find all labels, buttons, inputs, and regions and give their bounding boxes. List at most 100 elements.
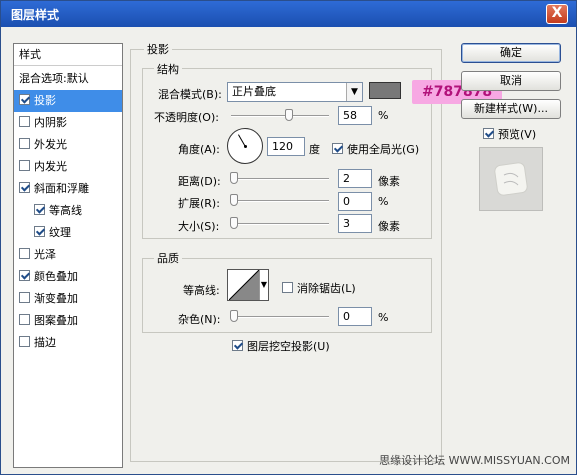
style-checkbox[interactable] xyxy=(19,160,30,171)
angle-unit: 度 xyxy=(309,143,320,156)
close-button[interactable]: X xyxy=(546,4,568,24)
size-slider[interactable] xyxy=(231,223,329,225)
styles-list-item[interactable]: 光泽 xyxy=(14,244,122,266)
style-checkbox[interactable] xyxy=(19,94,30,105)
spread-unit: % xyxy=(378,195,389,208)
distance-input[interactable]: 2 xyxy=(338,169,372,188)
anti-alias-label: 消除锯齿(L) xyxy=(297,282,356,295)
knockout-option[interactable]: 图层挖空投影(U) xyxy=(232,338,330,354)
style-checkbox[interactable] xyxy=(34,226,45,237)
angle-dial-center xyxy=(244,145,247,148)
knockout-checkbox[interactable] xyxy=(232,340,243,351)
opacity-label: 不透明度(O): xyxy=(154,111,219,124)
angle-label: 角度(A): xyxy=(178,143,220,156)
noise-input[interactable]: 0 xyxy=(338,307,372,326)
size-input[interactable]: 3 xyxy=(338,214,372,233)
drop-shadow-title: 投影 xyxy=(144,41,172,57)
new-style-button[interactable]: 新建样式(W)... xyxy=(461,99,561,119)
global-light-option[interactable]: 使用全局光(G) xyxy=(332,141,419,157)
dialog-title: 图层样式 xyxy=(11,8,60,22)
styles-list-item-label: 外发光 xyxy=(34,138,67,151)
style-checkbox[interactable] xyxy=(19,248,30,259)
styles-list-item[interactable]: 描边 xyxy=(14,332,122,354)
styles-list-item-label: 斜面和浮雕 xyxy=(34,182,89,195)
shadow-color-swatch[interactable] xyxy=(369,82,401,99)
angle-dial[interactable] xyxy=(227,128,263,164)
size-slider-thumb[interactable] xyxy=(230,217,238,229)
opacity-input[interactable]: 58 xyxy=(338,106,372,125)
preview-label: 预览(V) xyxy=(498,128,537,141)
styles-list-item[interactable]: 投影 xyxy=(14,90,122,112)
noise-slider-thumb[interactable] xyxy=(230,310,238,322)
styles-list-item-label: 颜色叠加 xyxy=(34,270,78,283)
style-checkbox[interactable] xyxy=(19,138,30,149)
styles-list-item-label: 等高线 xyxy=(49,204,82,217)
noise-slider[interactable] xyxy=(231,316,329,318)
cancel-button[interactable]: 取消 xyxy=(461,71,561,91)
styles-list-item[interactable]: 内发光 xyxy=(14,156,122,178)
anti-alias-option[interactable]: 消除锯齿(L) xyxy=(282,280,356,296)
angle-input[interactable]: 120 xyxy=(267,137,305,156)
opacity-unit: % xyxy=(378,109,389,122)
spread-label: 扩展(R): xyxy=(178,197,220,210)
styles-header[interactable]: 样式 xyxy=(14,44,122,66)
preview-option[interactable]: 预览(V) xyxy=(483,126,536,142)
noise-unit: % xyxy=(378,311,389,324)
quality-title: 品质 xyxy=(154,250,182,266)
spread-input[interactable]: 0 xyxy=(338,192,372,211)
styles-list-item[interactable]: 图案叠加 xyxy=(14,310,122,332)
style-checkbox[interactable] xyxy=(19,116,30,127)
opacity-slider-thumb[interactable] xyxy=(285,109,293,121)
distance-unit: 像素 xyxy=(378,175,400,188)
style-checkbox[interactable] xyxy=(19,270,30,281)
noise-label: 杂色(N): xyxy=(178,313,221,326)
chevron-down-icon: ▼ xyxy=(346,83,362,101)
anti-alias-checkbox[interactable] xyxy=(282,282,293,293)
styles-list-item[interactable]: 内阴影 xyxy=(14,112,122,134)
styles-list-item-label: 混合选项:默认 xyxy=(19,72,89,85)
layer-style-dialog: 图层样式 X 样式 混合选项:默认 投影 内阴影 外发光 内发光 斜面和浮雕 等高线 纹理 光泽… xyxy=(0,0,577,475)
styles-list-item-label: 投影 xyxy=(34,94,56,107)
styles-list-item-label: 内发光 xyxy=(34,160,67,173)
styles-list-item[interactable]: 渐变叠加 xyxy=(14,288,122,310)
style-checkbox[interactable] xyxy=(19,314,30,325)
size-label: 大小(S): xyxy=(178,220,220,233)
ok-button[interactable]: 确定 xyxy=(461,43,561,63)
styles-list-item-label: 图案叠加 xyxy=(34,314,78,327)
styles-list: 样式 混合选项:默认投影内阴影外发光内发光斜面和浮雕等高线纹理光泽颜色叠加渐变叠… xyxy=(13,43,123,468)
preview-checkbox[interactable] xyxy=(483,128,494,139)
styles-list-item[interactable]: 斜面和浮雕 xyxy=(14,178,122,200)
styles-list-item-label: 描边 xyxy=(34,336,56,349)
blend-mode-value: 正片叠底 xyxy=(232,85,276,98)
size-unit: 像素 xyxy=(378,220,400,233)
title-bar: 图层样式 X xyxy=(1,1,576,27)
styles-list-item[interactable]: 混合选项:默认 xyxy=(14,68,122,90)
knockout-label: 图层挖空投影(U) xyxy=(247,340,330,353)
opacity-slider[interactable] xyxy=(231,115,329,117)
global-light-checkbox[interactable] xyxy=(332,143,343,154)
distance-label: 距离(D): xyxy=(178,175,221,188)
distance-slider-thumb[interactable] xyxy=(230,172,238,184)
global-light-label: 使用全局光(G) xyxy=(347,143,420,156)
style-checkbox[interactable] xyxy=(19,182,30,193)
style-checkbox[interactable] xyxy=(19,292,30,303)
styles-list-item[interactable]: 纹理 xyxy=(14,222,122,244)
styles-list-item-label: 纹理 xyxy=(49,226,71,239)
contour-curve-icon xyxy=(229,270,259,300)
blend-mode-label: 混合模式(B): xyxy=(158,88,222,101)
styles-list-item[interactable]: 颜色叠加 xyxy=(14,266,122,288)
spread-slider-thumb[interactable] xyxy=(230,194,238,206)
styles-list-item-label: 光泽 xyxy=(34,248,56,261)
styles-list-item[interactable]: 等高线 xyxy=(14,200,122,222)
preview-shape-icon xyxy=(494,162,528,196)
chevron-down-icon: ▼ xyxy=(259,270,268,300)
contour-picker[interactable]: ▼ xyxy=(227,269,269,301)
distance-slider[interactable] xyxy=(231,178,329,180)
structure-title: 结构 xyxy=(154,61,182,77)
blend-mode-select[interactable]: 正片叠底 ▼ xyxy=(227,82,363,102)
style-checkbox[interactable] xyxy=(19,336,30,347)
style-preview-thumbnail xyxy=(479,147,543,211)
style-checkbox[interactable] xyxy=(34,204,45,215)
spread-slider[interactable] xyxy=(231,200,329,202)
styles-list-item[interactable]: 外发光 xyxy=(14,134,122,156)
